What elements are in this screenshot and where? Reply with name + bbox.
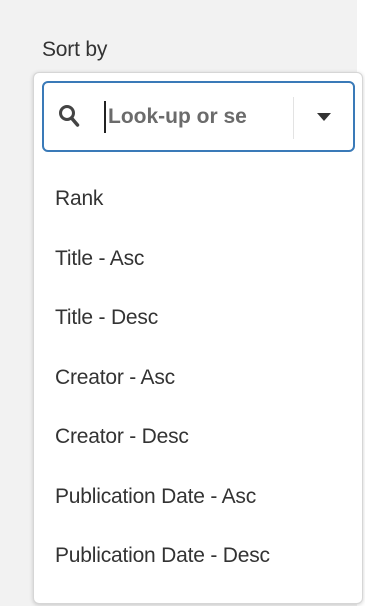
sort-options-list: Rank Title - Asc Title - Desc Creator - … (34, 169, 362, 586)
option-title-asc[interactable]: Title - Asc (34, 229, 362, 289)
search-input[interactable] (108, 97, 288, 137)
option-publication-date-desc[interactable]: Publication Date - Desc (34, 526, 362, 586)
option-title-desc[interactable]: Title - Desc (34, 288, 362, 348)
dropdown-toggle-button[interactable] (294, 83, 353, 150)
search-icon (59, 105, 80, 127)
text-cursor (104, 101, 106, 133)
search-box[interactable] (42, 81, 355, 152)
option-creator-desc[interactable]: Creator - Desc (34, 407, 362, 467)
sort-panel: Sort by Rank Title - Asc Title - Desc Cr… (0, 0, 365, 606)
chevron-down-icon (316, 112, 331, 121)
sort-by-label: Sort by (42, 38, 108, 61)
option-rank[interactable]: Rank (34, 169, 362, 229)
option-creator-asc[interactable]: Creator - Asc (34, 348, 362, 408)
option-publication-date-asc[interactable]: Publication Date - Asc (34, 467, 362, 527)
sort-dropdown: Rank Title - Asc Title - Desc Creator - … (33, 72, 363, 604)
